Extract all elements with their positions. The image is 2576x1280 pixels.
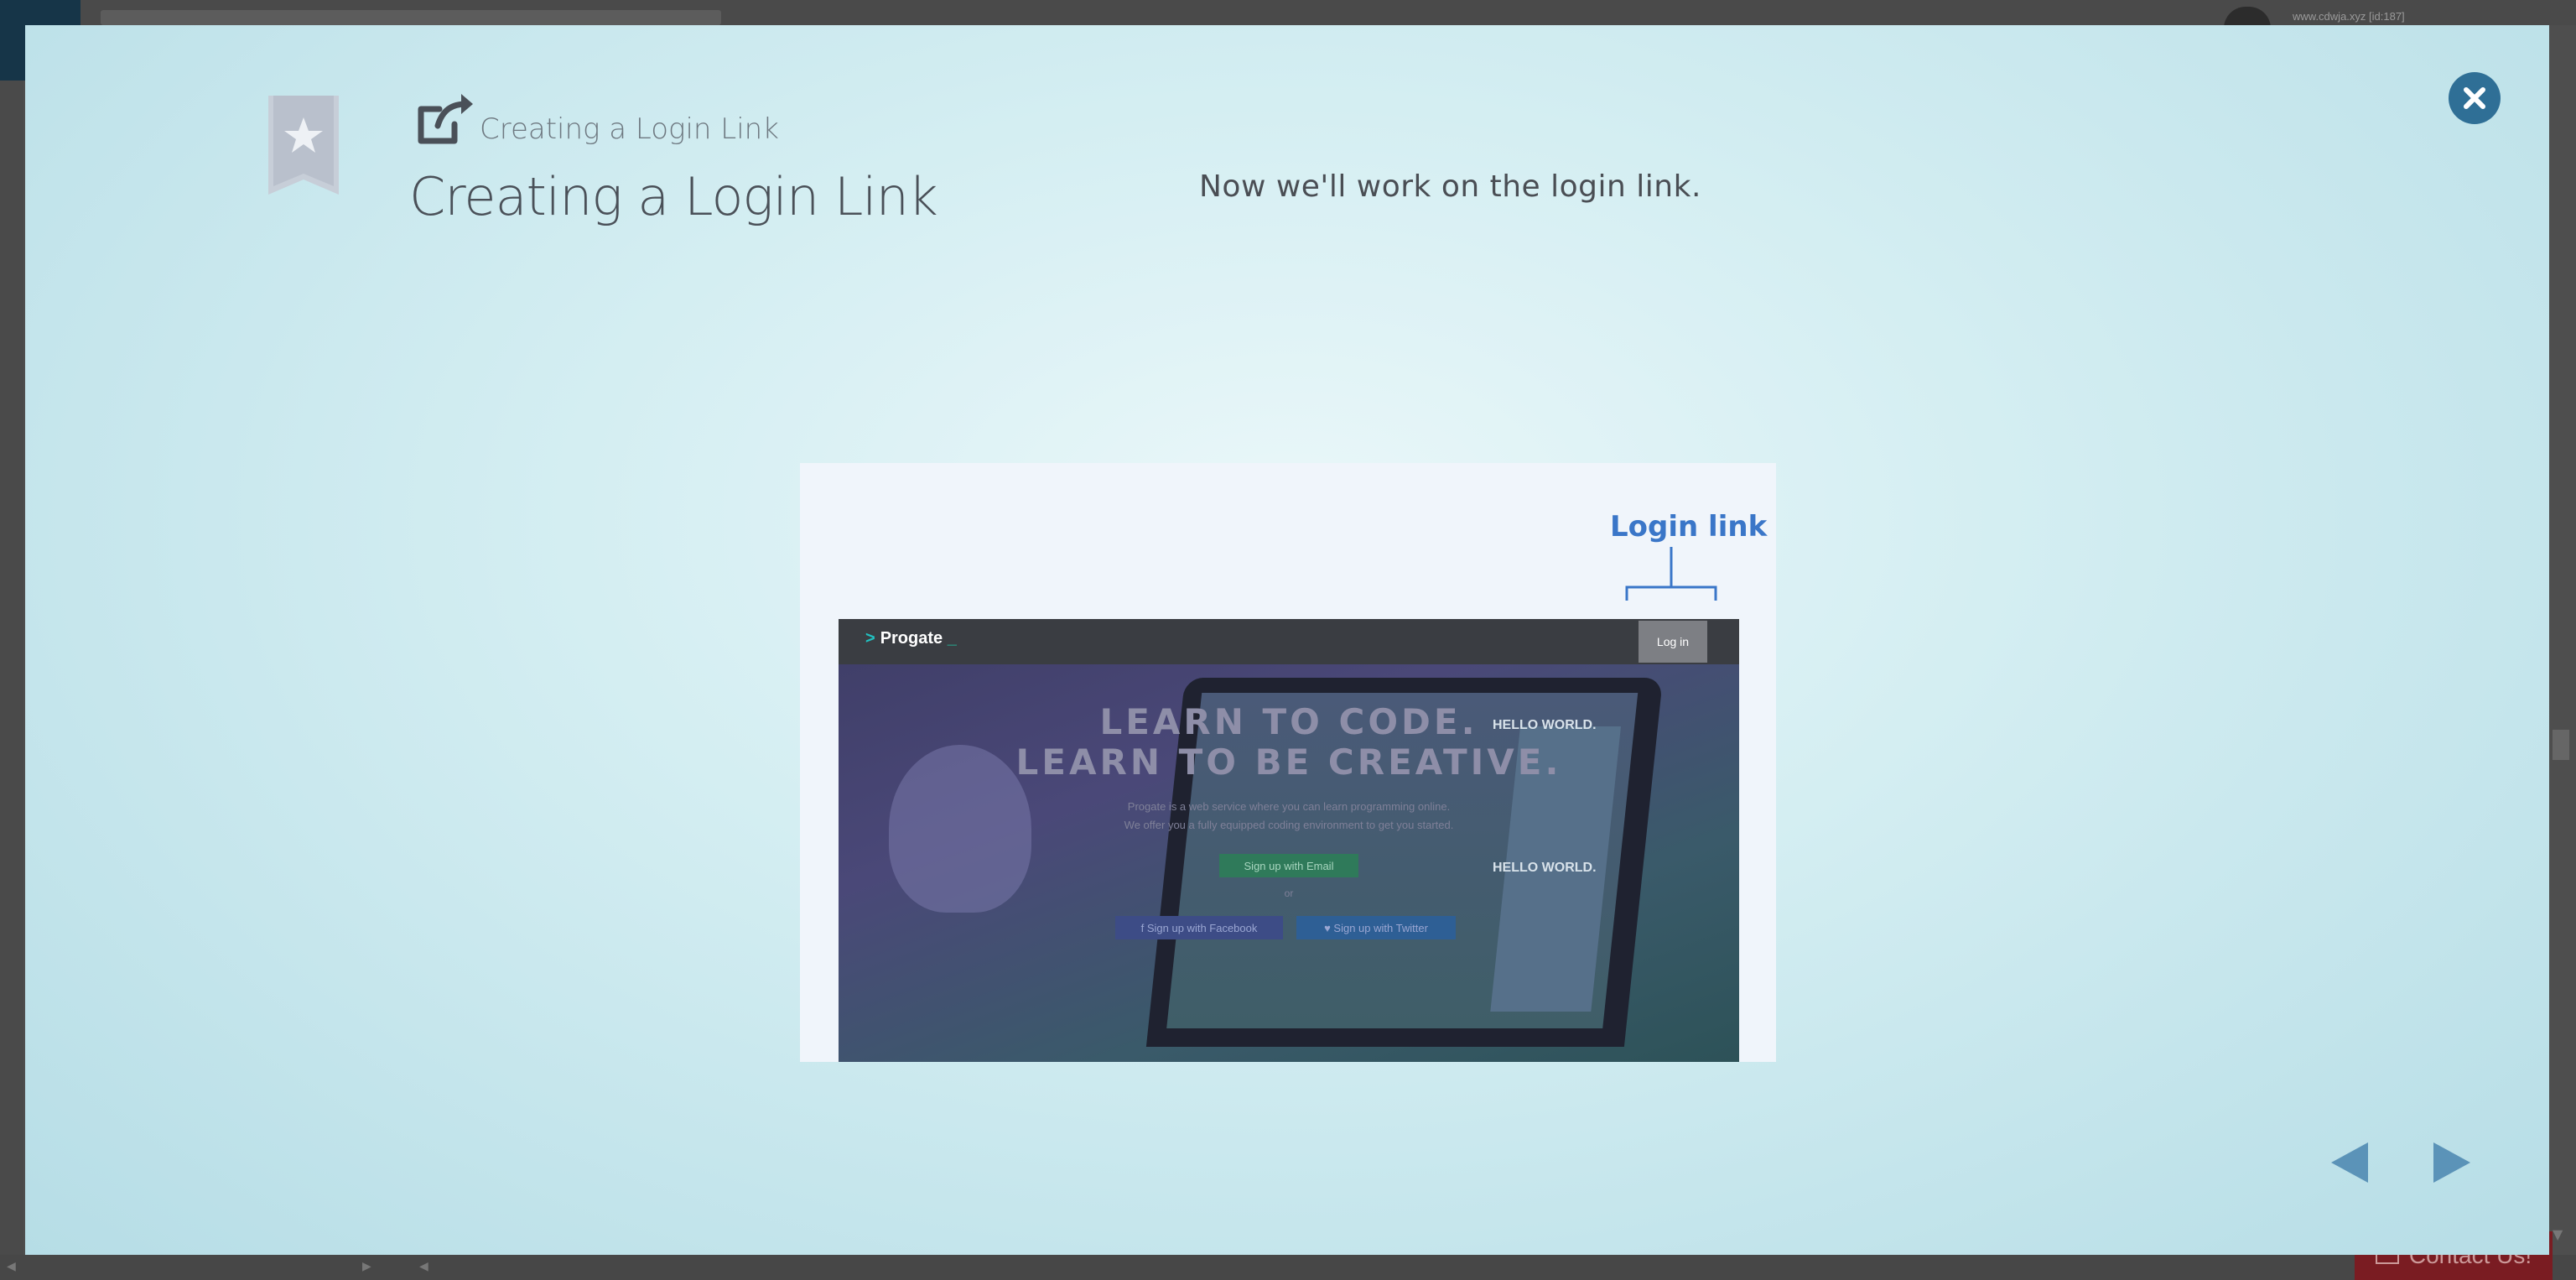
- close-button[interactable]: [2449, 72, 2501, 124]
- previous-slide-button[interactable]: [2328, 1139, 2371, 1186]
- signup-email-button: Sign up with Email: [1219, 854, 1358, 877]
- background-user-text: www.cdwja.xyz [id:187]: [2293, 10, 2405, 23]
- scroll-left-icon: ◀: [419, 1260, 428, 1273]
- slide-description: Now we'll work on the login link.: [1199, 169, 1701, 204]
- slide-subtitle: Creating a Login Link: [480, 112, 779, 146]
- signup-facebook-button: f Sign up with Facebook: [1115, 916, 1283, 939]
- scroll-left-icon: ◀: [7, 1260, 16, 1273]
- background-bottom-bar: [0, 1255, 2576, 1280]
- slide-modal: Creating a Login Link Creating a Login L…: [25, 25, 2549, 1255]
- callout-label: Login link: [1610, 510, 1768, 544]
- slide-title: Creating a Login Link: [409, 166, 938, 227]
- close-icon: [2464, 87, 2485, 109]
- website-navbar: > Progate _ Log in: [839, 619, 1739, 664]
- scroll-right-icon: ▶: [362, 1260, 371, 1273]
- background-scrollbar: [2553, 730, 2569, 760]
- next-slide-button[interactable]: [2430, 1139, 2474, 1186]
- twitter-icon: ♥: [1324, 921, 1334, 934]
- hero-subtext-2: We offer you a fully equipped coding env…: [1124, 819, 1454, 831]
- or-separator: or: [1284, 887, 1294, 899]
- progate-logo: > Progate _: [865, 629, 957, 648]
- background-left-panel: [0, 81, 23, 1255]
- website-screenshot: HELLO WORLD. HELLO WORLD. > Progate _ Log…: [839, 619, 1739, 1062]
- external-link-icon: [418, 94, 473, 144]
- mini-hello-text: HELLO WORLD.: [1493, 861, 1597, 875]
- slide-image: Login link HELLO WORLD. HELLO WORLD. > Pr…: [800, 463, 1776, 1062]
- login-button: Log in: [1639, 621, 1707, 663]
- scroll-down-icon: ▼: [2553, 1226, 2563, 1242]
- hero-headline-2: LEARN TO BE CREATIVE.: [1015, 741, 1562, 783]
- background-search-bar: [101, 10, 721, 25]
- hero-headline-1: LEARN TO CODE.: [1099, 701, 1478, 742]
- hero-subtext-1: Progate is a web service where you can l…: [1127, 800, 1451, 813]
- signup-twitter-button: ♥ Sign up with Twitter: [1296, 916, 1456, 939]
- bookmark-star-icon[interactable]: [268, 96, 339, 195]
- callout-bracket: [1625, 547, 1717, 601]
